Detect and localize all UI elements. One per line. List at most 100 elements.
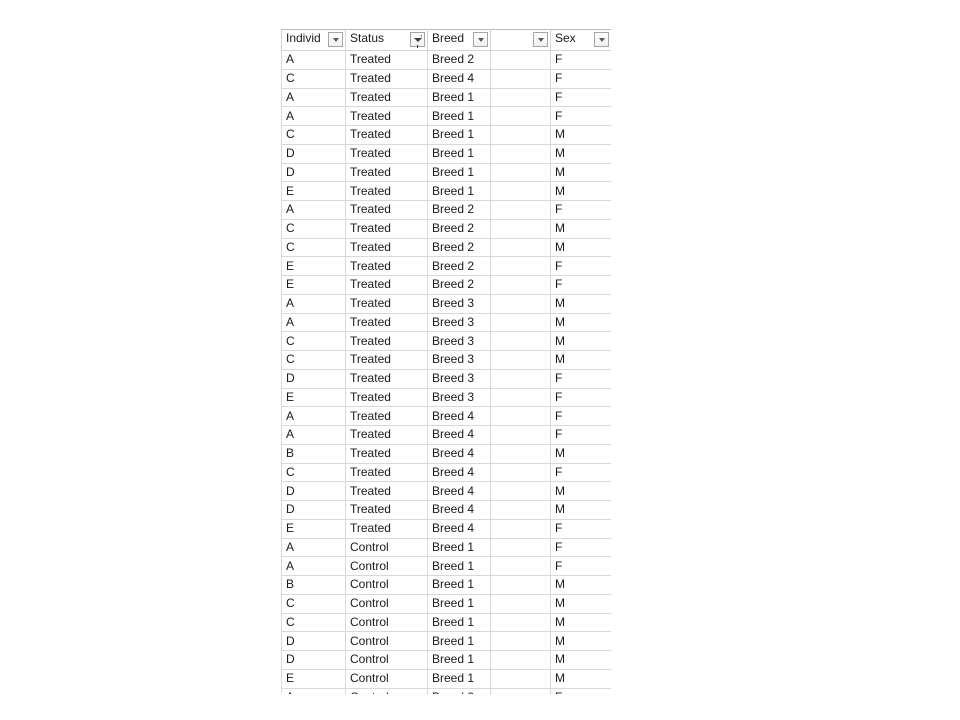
table-cell-individual[interactable]: D [281,368,346,389]
table-cell-breed[interactable]: Breed 1 [427,143,491,164]
table-row[interactable]: E Control Breed 1 M [281,668,611,689]
table-cell-individual[interactable]: D [281,481,346,501]
table-cell-status[interactable]: Control [345,687,428,694]
table-row[interactable]: D Treated Breed 4 M [281,500,611,520]
table-row[interactable]: A Treated Breed 1 F [281,87,611,108]
table-cell-blank[interactable] [490,556,551,576]
table-cell-sex[interactable]: M [550,350,611,370]
table-cell-individual[interactable]: A [281,293,346,314]
table-cell-sex[interactable]: F [550,687,611,694]
table-cell-status[interactable]: Treated [345,87,428,108]
table-cell-individual[interactable]: C [281,612,346,633]
table-cell-sex[interactable]: F [550,50,611,70]
table-row[interactable]: A Control Breed 1 F [281,556,611,576]
table-cell-individual[interactable]: D [281,631,346,651]
table-cell-breed[interactable]: Breed 1 [427,650,491,670]
table-cell-individual[interactable]: B [281,575,346,595]
table-cell-breed[interactable]: Breed 1 [427,575,491,595]
table-row[interactable]: C Treated Breed 2 M [281,237,611,258]
table-cell-blank[interactable] [490,406,551,426]
table-cell-breed[interactable]: Breed 4 [427,500,491,520]
table-cell-individual[interactable]: A [281,537,346,558]
table-cell-sex[interactable]: M [550,443,611,464]
table-row[interactable]: E Treated Breed 1 M [281,181,611,201]
table-cell-breed[interactable]: Breed 1 [427,631,491,651]
table-cell-breed[interactable]: Breed 1 [427,162,491,183]
table-row[interactable]: AControlBreed 2 F [281,687,611,694]
table-cell-blank[interactable] [490,200,551,220]
table-cell-blank[interactable] [490,575,551,595]
table-cell-breed[interactable]: Breed 3 [427,293,491,314]
filter-sorted-icon-status[interactable]: ↑ [410,32,425,48]
table-row[interactable]: C Treated Breed 1 M [281,125,611,145]
table-cell-sex[interactable]: F [550,200,611,220]
table-cell-blank[interactable] [490,312,551,333]
table-cell-breed[interactable]: Breed 2 [427,237,491,258]
table-cell-status[interactable]: Treated [345,50,428,70]
column-header-status[interactable]: Status ↑ [345,29,428,51]
table-cell-blank[interactable] [490,668,551,689]
spreadsheet-viewport[interactable]: Individ Status ↑ Breed Sex A Treated Bre… [281,29,611,694]
table-cell-sex[interactable]: M [550,612,611,633]
table-cell-sex[interactable]: F [550,462,611,483]
filter-dropdown-icon-breed[interactable] [473,32,488,47]
table-cell-breed[interactable]: Breed 2 [427,50,491,70]
table-cell-sex[interactable]: F [550,406,611,426]
filter-dropdown-icon-sex[interactable] [594,32,609,47]
table-row[interactable]: C Control Breed 1 M [281,593,611,614]
table-cell-status[interactable]: Control [345,593,428,614]
table-cell-blank[interactable] [490,687,551,694]
table-cell-sex[interactable]: M [550,500,611,520]
table-cell-breed[interactable]: Breed 4 [427,462,491,483]
table-row[interactable]: A Treated Breed 4 F [281,425,611,445]
table-cell-blank[interactable] [490,275,551,295]
table-cell-blank[interactable] [490,462,551,483]
table-cell-status[interactable]: Treated [345,331,428,351]
table-row[interactable]: C Treated Breed 4 F [281,462,611,483]
table-cell-status[interactable]: Treated [345,293,428,314]
table-cell-blank[interactable] [490,387,551,408]
table-cell-individual[interactable]: A [281,406,346,426]
table-cell-status[interactable]: Treated [345,256,428,276]
table-cell-blank[interactable] [490,481,551,501]
table-cell-individual[interactable]: A [281,425,346,445]
table-cell-breed[interactable]: Breed 3 [427,331,491,351]
table-cell-blank[interactable] [490,612,551,633]
table-cell-breed[interactable]: Breed 1 [427,125,491,145]
table-cell-sex[interactable]: F [550,368,611,389]
table-cell-status[interactable]: Treated [345,162,428,183]
table-cell-breed[interactable]: Breed 4 [427,518,491,539]
table-cell-status[interactable]: Treated [345,368,428,389]
table-cell-status[interactable]: Treated [345,425,428,445]
table-cell-individual[interactable]: C [281,68,346,89]
table-row[interactable]: C Treated Breed 4 F [281,68,611,89]
table-cell-status[interactable]: Control [345,631,428,651]
table-cell-individual[interactable]: A [281,87,346,108]
table-cell-status[interactable]: Treated [345,481,428,501]
table-cell-sex[interactable]: F [550,556,611,576]
table-cell-individual[interactable]: C [281,125,346,145]
table-cell-sex[interactable]: M [550,125,611,145]
table-cell-breed[interactable]: Breed 1 [427,593,491,614]
table-cell-status[interactable]: Treated [345,218,428,239]
table-cell-status[interactable]: Treated [345,406,428,426]
filter-dropdown-icon-blank[interactable] [533,32,548,47]
table-row[interactable]: E Treated Breed 2 F [281,256,611,276]
table-cell-blank[interactable] [490,256,551,276]
table-cell-sex[interactable]: M [550,631,611,651]
table-cell-blank[interactable] [490,237,551,258]
table-cell-status[interactable]: Control [345,537,428,558]
table-cell-status[interactable]: Control [345,650,428,670]
table-cell-individual[interactable]: E [281,668,346,689]
table-cell-sex[interactable]: M [550,218,611,239]
table-cell-status[interactable]: Treated [345,312,428,333]
table-row[interactable]: A Control Breed 1 F [281,537,611,558]
table-cell-status[interactable]: Treated [345,518,428,539]
table-cell-individual[interactable]: D [281,650,346,670]
table-cell-individual[interactable]: C [281,462,346,483]
table-cell-blank[interactable] [490,443,551,464]
table-cell-individual[interactable]: A [281,312,346,333]
table-cell-status[interactable]: Control [345,668,428,689]
table-cell-status[interactable]: Treated [345,350,428,370]
table-cell-breed[interactable]: Breed 1 [427,612,491,633]
